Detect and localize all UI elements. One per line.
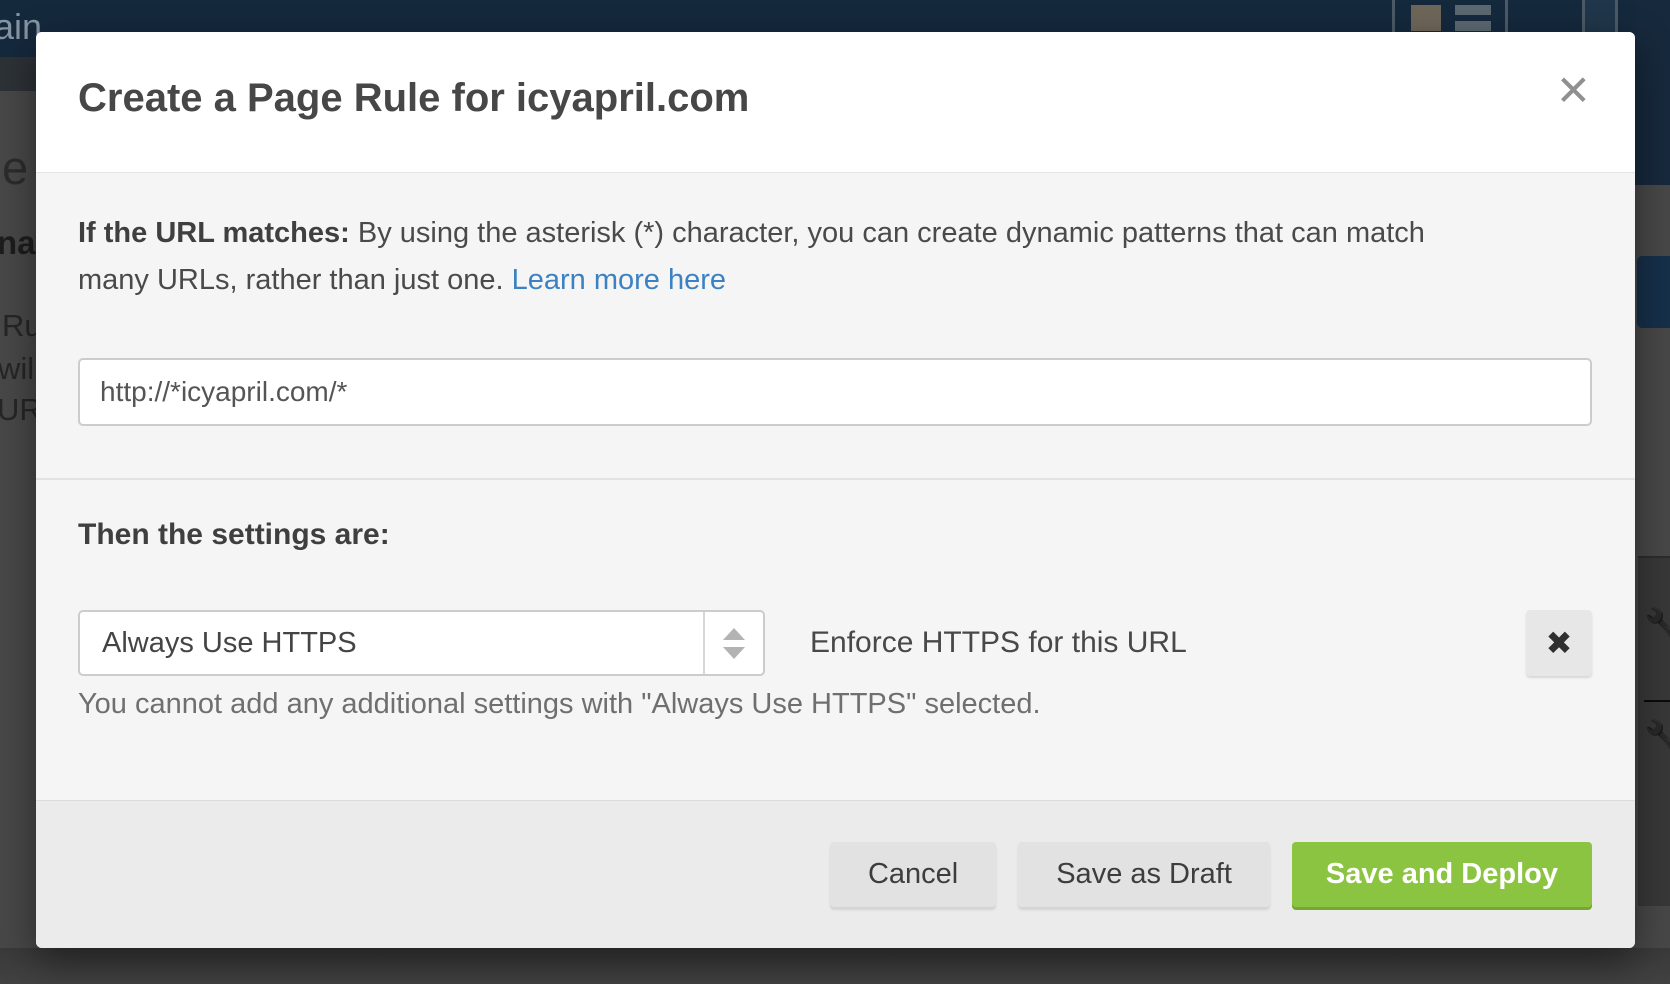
setting-helper-text: You cannot add any additional settings w… [78,688,1578,721]
setting-select[interactable]: Always Use HTTPS [78,610,765,676]
url-match-desc-line1: By using the asterisk (*) character, you… [358,217,1425,249]
close-icon[interactable]: ✕ [1556,70,1591,112]
url-match-description: If the URL matches: By using the asteris… [78,210,1598,304]
modal-header: Create a Page Rule for icyapril.com ✕ [36,32,1635,173]
url-pattern-input[interactable] [78,358,1592,426]
dimmed-page-heading-fragment: e [2,140,28,195]
dimmed-blue-button-fragment [1637,256,1670,328]
create-page-rule-modal: Create a Page Rule for icyapril.com ✕ If… [36,32,1635,948]
grid-icon [1411,5,1441,31]
dimmed-settings-list-fragment: 🔧 🔧 [1638,556,1670,906]
settings-heading: Then the settings are: [78,518,390,552]
chevron-down-icon [723,647,745,659]
chevron-up-icon [723,628,745,640]
remove-setting-button[interactable]: ✖ [1526,610,1592,676]
dimmed-header-right [1635,0,1670,185]
dimmed-page-bottom [0,948,1670,984]
list-line-icon [1455,21,1491,31]
section-divider [36,478,1635,480]
setting-description: Enforce HTTPS for this URL [810,610,1187,676]
learn-more-link[interactable]: Learn more here [512,264,726,296]
save-and-deploy-button[interactable]: Save and Deploy [1292,842,1592,907]
screen: ain. e nav Ru will UR 🔧 🔧 Create a Page … [0,0,1670,984]
remove-icon: ✖ [1546,624,1573,662]
list-line-icon [1455,5,1491,15]
url-match-desc-line2: many URLs, rather than just one. [78,264,504,296]
setting-select-value: Always Use HTTPS [80,627,703,660]
cancel-button[interactable]: Cancel [830,842,996,907]
url-match-label: If the URL matches: [78,217,350,249]
modal-footer: Cancel Save as Draft Save and Deploy [36,800,1635,948]
modal-title: Create a Page Rule for icyapril.com [78,76,749,121]
setting-row: Always Use HTTPS Enforce HTTPS for this … [78,610,1592,676]
dimmed-paragraph-fragment: will [0,351,41,387]
save-as-draft-button[interactable]: Save as Draft [1018,842,1270,907]
wrench-icon: 🔧 [1644,606,1670,644]
stepper-icon [703,612,763,674]
wrench-icon: 🔧 [1644,700,1670,756]
dimmed-subheader-band [0,57,36,91]
